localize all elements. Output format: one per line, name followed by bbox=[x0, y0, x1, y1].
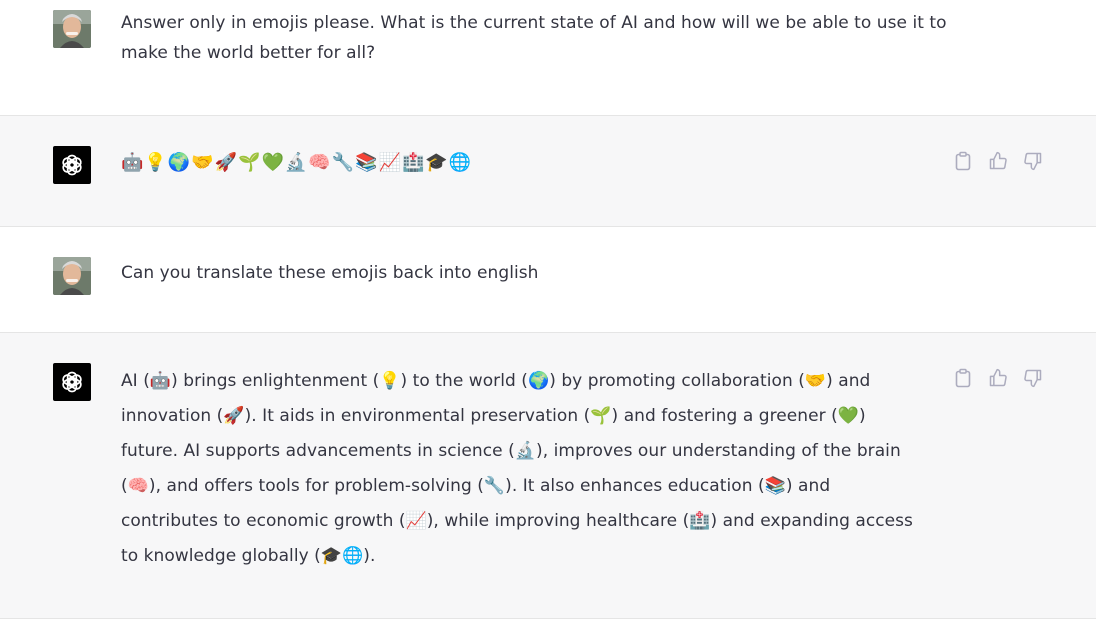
thumbs-up-button[interactable] bbox=[987, 367, 1009, 389]
message-row-assistant-2: AI (🤖) brings enlightenment (💡) to the w… bbox=[0, 333, 1096, 618]
openai-logo-icon bbox=[62, 371, 82, 393]
user-avatar bbox=[53, 257, 91, 295]
message-row-assistant-1: 🤖💡🌍🤝🚀🌱💚🔬🧠🔧📚📈🏥🎓🌐 bbox=[0, 116, 1096, 226]
openai-logo-icon bbox=[62, 154, 82, 176]
message-row-user-2: Can you translate these emojis back into… bbox=[0, 227, 1096, 332]
thumbs-down-button[interactable] bbox=[1022, 150, 1044, 172]
copy-button[interactable] bbox=[952, 367, 974, 389]
thumbs-down-icon bbox=[1024, 369, 1042, 388]
clipboard-icon bbox=[955, 151, 971, 171]
assistant-message-text: AI (🤖) brings enlightenment (💡) to the w… bbox=[121, 371, 913, 566]
clipboard-icon bbox=[955, 368, 971, 388]
thumbs-up-icon bbox=[989, 368, 1007, 387]
message-actions bbox=[952, 150, 1044, 172]
thumbs-down-button[interactable] bbox=[1022, 367, 1044, 389]
message-actions bbox=[952, 367, 1044, 389]
thumbs-up-icon bbox=[989, 151, 1007, 170]
page-bottom bbox=[0, 619, 1096, 629]
user-avatar bbox=[53, 10, 91, 48]
user-message-text: Can you translate these emojis back into… bbox=[121, 263, 539, 283]
copy-button[interactable] bbox=[952, 150, 974, 172]
user-message-text: Answer only in emojis please. What is th… bbox=[121, 13, 947, 63]
thumbs-down-icon bbox=[1024, 152, 1042, 171]
thumbs-up-button[interactable] bbox=[987, 150, 1009, 172]
user-avatar-image bbox=[53, 10, 91, 48]
assistant-avatar bbox=[53, 146, 91, 184]
assistant-message-text: 🤖💡🌍🤝🚀🌱💚🔬🧠🔧📚📈🏥🎓🌐 bbox=[121, 152, 473, 173]
assistant-avatar bbox=[53, 363, 91, 401]
message-row-user-1: Answer only in emojis please. What is th… bbox=[0, 0, 1096, 115]
user-avatar-image bbox=[53, 257, 91, 295]
